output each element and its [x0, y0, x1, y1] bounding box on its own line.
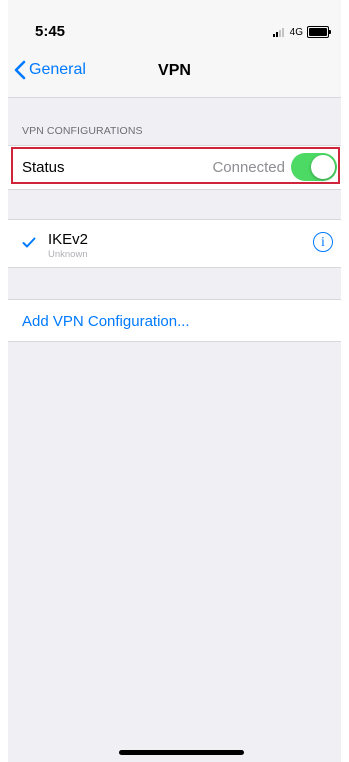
page-title: VPN — [158, 62, 191, 79]
home-indicator[interactable] — [119, 750, 244, 755]
vpn-toggle[interactable] — [291, 153, 337, 181]
signal-icon — [272, 27, 284, 37]
status-indicators: 4G — [272, 26, 331, 38]
add-vpn-configuration-button[interactable]: Add VPN Configuration... — [8, 299, 341, 342]
info-icon[interactable]: i — [313, 232, 333, 252]
battery-icon — [307, 26, 331, 38]
status-time: 5:45 — [35, 23, 66, 40]
add-vpn-configuration-label: Add VPN Configuration... — [22, 313, 190, 330]
status-value: Connected — [212, 159, 285, 176]
navigation-area: 5:45 4G General VPN — [8, 0, 341, 98]
checkmark-icon — [22, 237, 36, 248]
vpn-config-subtitle: Unknown — [48, 249, 88, 260]
vpn-status-row: Status Connected — [8, 145, 341, 190]
settings-screen: 5:45 4G General VPN VPN CONFIGURATIONS S… — [8, 0, 341, 762]
vpn-config-row[interactable]: IKEv2 Unknown i — [8, 219, 341, 268]
status-label: Status — [22, 159, 65, 176]
toggle-knob — [311, 155, 335, 179]
network-type: 4G — [289, 26, 303, 38]
section-header: VPN CONFIGURATIONS — [22, 125, 143, 137]
vpn-config-name: IKEv2 — [48, 231, 89, 248]
